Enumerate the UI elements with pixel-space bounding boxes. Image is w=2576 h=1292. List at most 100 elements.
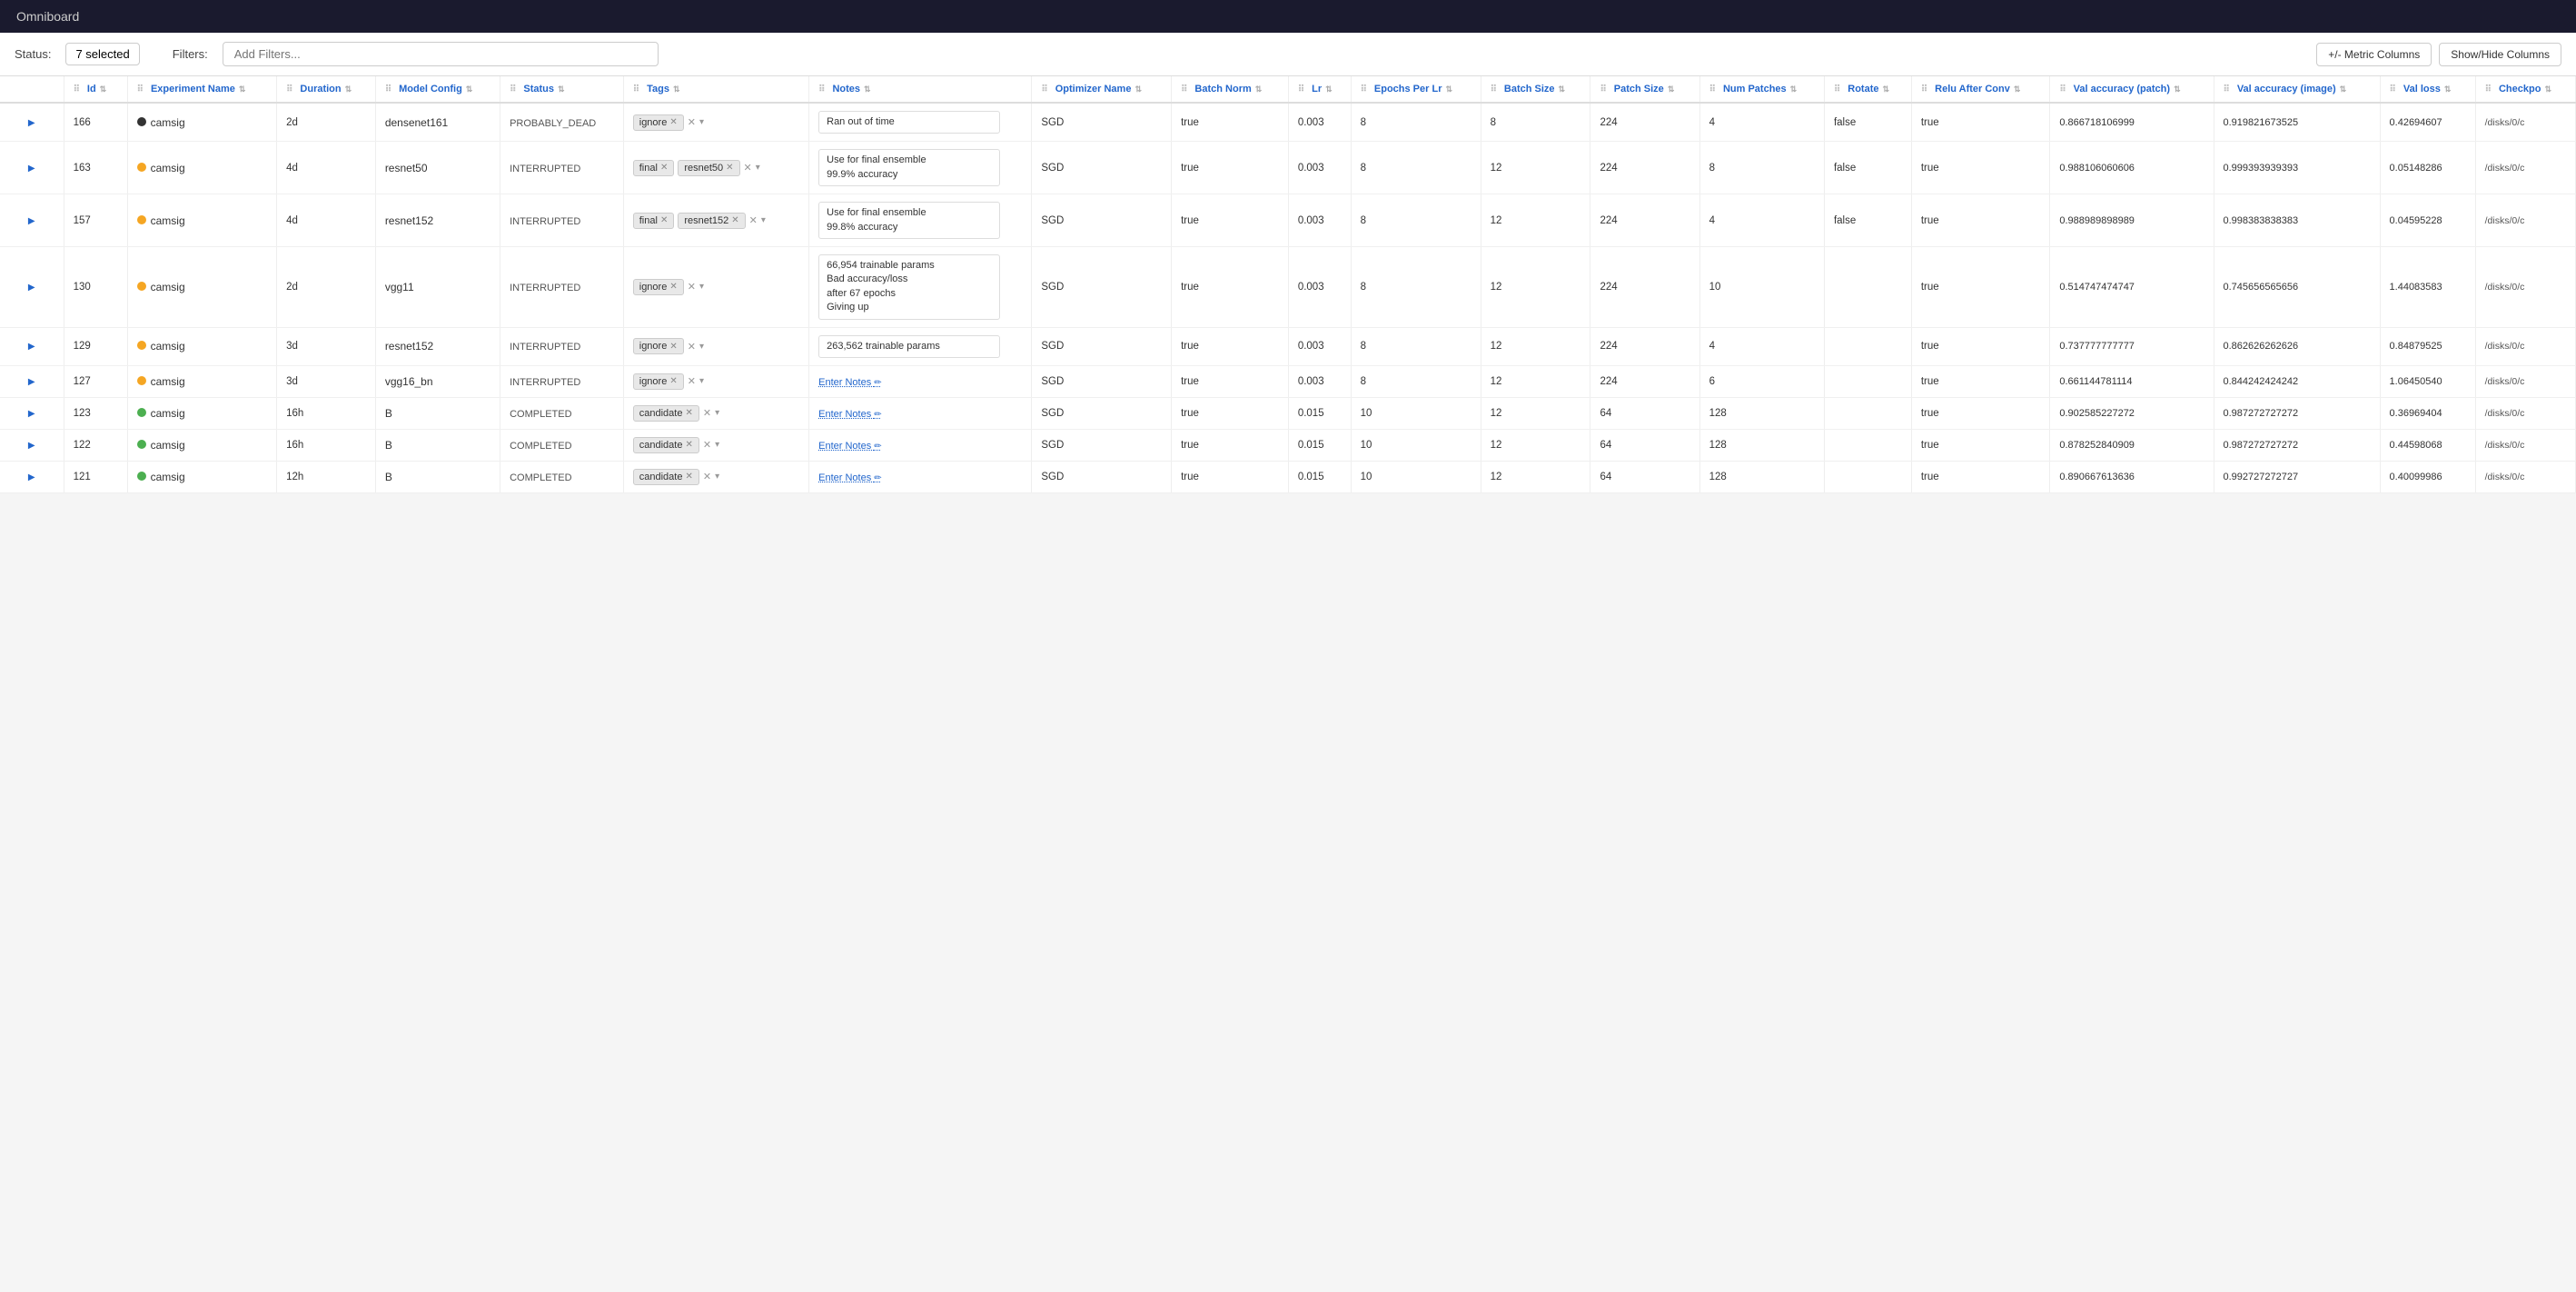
tag-remove[interactable]: ✕ — [660, 163, 668, 173]
tag-clear[interactable]: ✕ — [703, 439, 711, 451]
notes-text[interactable]: 263,562 trainable params — [818, 335, 1000, 358]
notes-text[interactable]: Use for final ensemble99.8% accuracy — [818, 202, 1000, 239]
th-batch-size[interactable]: ⠿Batch Size⇅ — [1481, 76, 1590, 103]
tag-item[interactable]: ignore ✕ — [633, 373, 684, 390]
tag-clear[interactable]: ✕ — [688, 116, 696, 128]
tag-dropdown[interactable]: ▾ — [699, 282, 704, 292]
cell-exp-name: camsig — [127, 429, 276, 461]
cell-status: INTERRUPTED — [500, 246, 624, 327]
th-model-config[interactable]: ⠿Model Config⇅ — [375, 76, 500, 103]
cell-patch-size: 224 — [1590, 142, 1699, 194]
tag-item[interactable]: ignore ✕ — [633, 114, 684, 131]
enter-notes-link[interactable]: Enter Notes ✏ — [818, 409, 882, 420]
tag-dropdown[interactable]: ▾ — [761, 215, 766, 225]
cell-val-loss: 1.06450540 — [2380, 365, 2475, 397]
tag-remove[interactable]: ✕ — [726, 163, 733, 173]
th-optimizer-name[interactable]: ⠿Optimizer Name⇅ — [1032, 76, 1172, 103]
tag-remove[interactable]: ✕ — [685, 472, 692, 482]
tag-dropdown[interactable]: ▾ — [699, 376, 704, 386]
status-select[interactable]: 7 selected — [65, 43, 139, 65]
enter-notes-link[interactable]: Enter Notes ✏ — [818, 441, 882, 452]
cell-val-loss: 0.44598068 — [2380, 429, 2475, 461]
tag-item[interactable]: candidate ✕ — [633, 469, 699, 485]
th-relu-after-conv[interactable]: ⠿Relu After Conv⇅ — [1911, 76, 2050, 103]
tag-dropdown[interactable]: ▾ — [699, 342, 704, 352]
th-id[interactable]: ⠿Id⇅ — [64, 76, 127, 103]
tag-dropdown[interactable]: ▾ — [715, 408, 719, 418]
tag-remove[interactable]: ✕ — [669, 376, 677, 386]
th-tags[interactable]: ⠿Tags⇅ — [623, 76, 808, 103]
th-status[interactable]: ⠿Status⇅ — [500, 76, 624, 103]
row-expand[interactable]: ▶ — [0, 365, 64, 397]
tag-clear[interactable]: ✕ — [688, 375, 696, 387]
th-num-patches[interactable]: ⠿Num Patches⇅ — [1699, 76, 1824, 103]
notes-text[interactable]: Ran out of time — [818, 111, 1000, 134]
tag-remove[interactable]: ✕ — [669, 342, 677, 352]
th-lr[interactable]: ⠿Lr⇅ — [1288, 76, 1351, 103]
tag-dropdown[interactable]: ▾ — [756, 163, 760, 173]
th-val-acc-image[interactable]: ⠿Val accuracy (image)⇅ — [2214, 76, 2380, 103]
tag-clear[interactable]: ✕ — [749, 214, 758, 226]
cell-val-acc-image: 0.987272727272 — [2214, 429, 2380, 461]
th-experiment-name[interactable]: ⠿Experiment Name⇅ — [127, 76, 276, 103]
th-rotate[interactable]: ⠿Rotate⇅ — [1824, 76, 1911, 103]
enter-notes-link[interactable]: Enter Notes ✏ — [818, 377, 882, 388]
tag-remove[interactable]: ✕ — [669, 282, 677, 292]
row-expand[interactable]: ▶ — [0, 142, 64, 194]
row-expand[interactable]: ▶ — [0, 397, 64, 429]
th-notes[interactable]: ⠿Notes⇅ — [809, 76, 1032, 103]
row-expand[interactable]: ▶ — [0, 194, 64, 247]
tag-remove[interactable]: ✕ — [685, 408, 692, 418]
tag-item[interactable]: ignore ✕ — [633, 338, 684, 354]
cell-id: 123 — [64, 397, 127, 429]
filters-input[interactable] — [223, 42, 659, 66]
tag-clear[interactable]: ✕ — [688, 281, 696, 293]
th-val-acc-patch[interactable]: ⠿Val accuracy (patch)⇅ — [2050, 76, 2214, 103]
cell-batch-norm: true — [1172, 194, 1289, 247]
tag-item[interactable]: final ✕ — [633, 213, 675, 229]
tag-clear[interactable]: ✕ — [703, 471, 711, 482]
tag-clear[interactable]: ✕ — [744, 162, 752, 174]
tag-item[interactable]: ignore ✕ — [633, 279, 684, 295]
tag-remove[interactable]: ✕ — [669, 117, 677, 127]
table-row: ▶ 121 camsig 12hB COMPLETED candidate ✕ … — [0, 461, 2576, 492]
status-label: Status: — [15, 47, 51, 61]
cell-rotate — [1824, 461, 1911, 492]
cell-optimizer: SGD — [1032, 142, 1172, 194]
th-patch-size[interactable]: ⠿Patch Size⇅ — [1590, 76, 1699, 103]
tag-item[interactable]: candidate ✕ — [633, 437, 699, 453]
row-expand[interactable]: ▶ — [0, 246, 64, 327]
cell-optimizer: SGD — [1032, 429, 1172, 461]
show-hide-columns-button[interactable]: Show/Hide Columns — [2439, 43, 2561, 66]
tag-item[interactable]: final ✕ — [633, 160, 675, 176]
tag-remove[interactable]: ✕ — [731, 215, 738, 225]
tag-dropdown[interactable]: ▾ — [715, 472, 719, 482]
tag-remove[interactable]: ✕ — [685, 440, 692, 450]
row-expand[interactable]: ▶ — [0, 103, 64, 142]
notes-text[interactable]: Use for final ensemble99.9% accuracy — [818, 149, 1000, 186]
th-val-loss[interactable]: ⠿Val loss⇅ — [2380, 76, 2475, 103]
tag-remove[interactable]: ✕ — [660, 215, 668, 225]
tag-item[interactable]: resnet50 ✕ — [678, 160, 739, 176]
cell-duration: 3d — [277, 365, 376, 397]
th-duration[interactable]: ⠿Duration⇅ — [277, 76, 376, 103]
notes-text[interactable]: 66,954 trainable paramsBad accuracy/loss… — [818, 254, 1000, 320]
tag-item[interactable]: resnet152 ✕ — [678, 213, 745, 229]
tag-dropdown[interactable]: ▾ — [699, 117, 704, 127]
enter-notes-link[interactable]: Enter Notes ✏ — [818, 472, 882, 483]
row-expand[interactable]: ▶ — [0, 327, 64, 365]
metric-columns-button[interactable]: +/- Metric Columns — [2316, 43, 2432, 66]
tag-item[interactable]: candidate ✕ — [633, 405, 699, 422]
tag-clear[interactable]: ✕ — [703, 407, 711, 419]
th-batch-norm[interactable]: ⠿Batch Norm⇅ — [1172, 76, 1289, 103]
cell-relu-after-conv: true — [1911, 246, 2050, 327]
th-checkpoint[interactable]: ⠿Checkpo⇅ — [2475, 76, 2575, 103]
th-epochs-per-lr[interactable]: ⠿Epochs Per Lr⇅ — [1351, 76, 1481, 103]
row-expand[interactable]: ▶ — [0, 461, 64, 492]
tag-dropdown[interactable]: ▾ — [715, 440, 719, 450]
tag-clear[interactable]: ✕ — [688, 341, 696, 353]
row-expand[interactable]: ▶ — [0, 429, 64, 461]
cell-tags: ignore ✕ ✕ ▾ — [623, 365, 808, 397]
cell-num-patches: 128 — [1699, 397, 1824, 429]
cell-tags: final ✕resnet50 ✕ ✕ ▾ — [623, 142, 808, 194]
